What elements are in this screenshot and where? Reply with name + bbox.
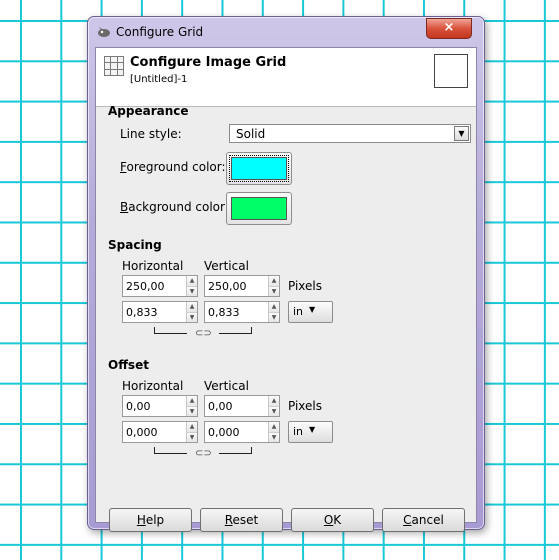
offset-unit-value: in bbox=[293, 425, 304, 438]
dialog-title: Configure Image Grid bbox=[130, 55, 287, 70]
spacing-vertical-label: Vertical bbox=[204, 259, 249, 273]
dialog-body: Configure Image Grid [Untitled]-1 Appear… bbox=[95, 47, 477, 532]
spin-down-icon[interactable]: ▼ bbox=[269, 312, 279, 322]
background-color-swatch bbox=[231, 197, 287, 220]
offset-chain-toggle[interactable]: ⊂⊃ bbox=[154, 447, 252, 459]
title-bar[interactable]: Configure Grid × bbox=[94, 18, 478, 45]
appearance-section-label: Appearance bbox=[108, 104, 189, 118]
configure-grid-window: Configure Grid × Configure Image Grid [U… bbox=[87, 16, 485, 532]
foreground-color-label: Foreground color: bbox=[120, 160, 226, 174]
spacing-horizontal-unit-input[interactable] bbox=[123, 302, 188, 322]
image-preview-thumbnail bbox=[434, 54, 468, 88]
background-color-label: Background color: bbox=[120, 200, 229, 214]
chevron-down-icon: ▼ bbox=[309, 305, 316, 314]
spin-up-icon[interactable]: ▲ bbox=[269, 302, 279, 312]
spacing-vertical-unit-spinner[interactable]: ▲▼ bbox=[204, 301, 280, 323]
foreground-color-swatch bbox=[229, 155, 289, 182]
reset-button[interactable]: Reset bbox=[200, 508, 283, 532]
window-title: Configure Grid bbox=[116, 25, 204, 39]
offset-horizontal-unit-spinner[interactable]: ▲▼ bbox=[122, 421, 198, 443]
chevron-down-icon: ▼ bbox=[309, 425, 316, 434]
gimp-app-icon bbox=[98, 27, 110, 37]
background-color-button[interactable] bbox=[226, 192, 292, 225]
line-style-select[interactable]: Solid ▼ bbox=[229, 124, 471, 143]
offset-section-label: Offset bbox=[108, 358, 149, 372]
spin-up-icon[interactable]: ▲ bbox=[269, 422, 279, 432]
offset-pixels-unit-label: Pixels bbox=[288, 399, 323, 413]
help-button[interactable]: Help bbox=[109, 508, 192, 532]
dialog-header: Configure Image Grid [Untitled]-1 bbox=[96, 48, 476, 107]
spin-down-icon[interactable]: ▼ bbox=[187, 432, 197, 442]
spacing-vertical-unit-input[interactable] bbox=[205, 302, 270, 322]
spacing-horizontal-pixels-input[interactable] bbox=[123, 276, 188, 296]
offset-horizontal-pixels-spinner[interactable]: ▲▼ bbox=[122, 395, 198, 417]
close-icon: × bbox=[443, 20, 455, 35]
spacing-horizontal-pixels-spinner[interactable]: ▲▼ bbox=[122, 275, 198, 297]
spacing-vertical-pixels-input[interactable] bbox=[205, 276, 270, 296]
offset-vertical-unit-input[interactable] bbox=[205, 422, 270, 442]
spin-up-icon[interactable]: ▲ bbox=[269, 276, 279, 286]
spin-down-icon[interactable]: ▼ bbox=[187, 312, 197, 322]
spin-up-icon[interactable]: ▲ bbox=[187, 276, 197, 286]
spacing-chain-toggle[interactable]: ⊂⊃ bbox=[154, 327, 252, 339]
spacing-unit-select[interactable]: in ▼ bbox=[288, 301, 333, 323]
spacing-unit-value: in bbox=[293, 305, 304, 318]
line-style-value: Solid bbox=[236, 127, 266, 141]
chain-link-icon[interactable]: ⊂⊃ bbox=[195, 328, 212, 339]
offset-horizontal-pixels-input[interactable] bbox=[123, 396, 188, 416]
offset-unit-select[interactable]: in ▼ bbox=[288, 421, 333, 443]
window-close-button[interactable]: × bbox=[426, 18, 472, 39]
spin-up-icon[interactable]: ▲ bbox=[187, 302, 197, 312]
grid-icon bbox=[104, 56, 124, 76]
offset-horizontal-unit-input[interactable] bbox=[123, 422, 188, 442]
spin-up-icon[interactable]: ▲ bbox=[269, 396, 279, 406]
image-name: [Untitled]-1 bbox=[130, 74, 188, 85]
offset-horizontal-label: Horizontal bbox=[122, 379, 184, 393]
foreground-color-button[interactable] bbox=[226, 152, 292, 185]
offset-vertical-label: Vertical bbox=[204, 379, 249, 393]
spin-down-icon[interactable]: ▼ bbox=[269, 432, 279, 442]
spacing-horizontal-unit-spinner[interactable]: ▲▼ bbox=[122, 301, 198, 323]
offset-vertical-pixels-spinner[interactable]: ▲▼ bbox=[204, 395, 280, 417]
spin-up-icon[interactable]: ▲ bbox=[187, 396, 197, 406]
spacing-pixels-unit-label: Pixels bbox=[288, 279, 323, 293]
spin-up-icon[interactable]: ▲ bbox=[187, 422, 197, 432]
spin-down-icon[interactable]: ▼ bbox=[269, 286, 279, 296]
spin-down-icon[interactable]: ▼ bbox=[269, 406, 279, 416]
spin-down-icon[interactable]: ▼ bbox=[187, 406, 197, 416]
offset-vertical-pixels-input[interactable] bbox=[205, 396, 270, 416]
line-style-label: Line style: bbox=[120, 127, 182, 141]
spacing-vertical-pixels-spinner[interactable]: ▲▼ bbox=[204, 275, 280, 297]
chain-link-icon[interactable]: ⊂⊃ bbox=[195, 448, 212, 459]
ok-button[interactable]: OK bbox=[291, 508, 374, 532]
cancel-button[interactable]: Cancel bbox=[382, 508, 465, 532]
spacing-horizontal-label: Horizontal bbox=[122, 259, 184, 273]
chevron-down-icon[interactable]: ▼ bbox=[454, 126, 469, 141]
offset-vertical-unit-spinner[interactable]: ▲▼ bbox=[204, 421, 280, 443]
spin-down-icon[interactable]: ▼ bbox=[187, 286, 197, 296]
spacing-section-label: Spacing bbox=[108, 238, 162, 252]
